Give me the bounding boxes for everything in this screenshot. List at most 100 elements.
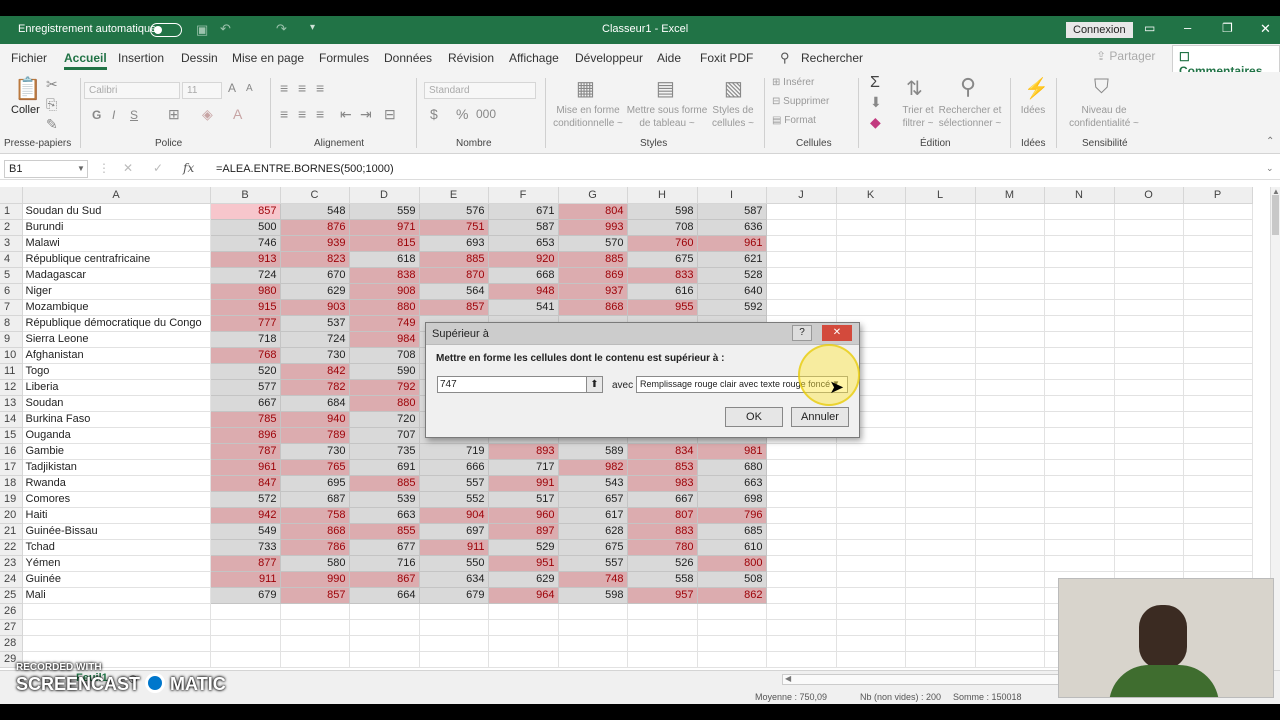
value-cell[interactable]: 543: [558, 475, 628, 492]
row-header[interactable]: 12: [0, 379, 23, 396]
value-cell[interactable]: 877: [210, 555, 281, 572]
tab-donnees[interactable]: Données: [384, 51, 432, 65]
row-header[interactable]: 23: [0, 555, 23, 572]
empty-cell[interactable]: [975, 299, 1045, 316]
value-cell[interactable]: 667: [210, 395, 281, 412]
country-cell[interactable]: Soudan: [22, 395, 211, 412]
column-header[interactable]: L: [905, 187, 976, 204]
ribbon-display-icon[interactable]: ▭: [1144, 21, 1155, 35]
country-cell[interactable]: [22, 603, 211, 620]
country-cell[interactable]: Haiti: [22, 507, 211, 524]
value-cell[interactable]: 724: [210, 267, 281, 284]
value-cell[interactable]: 708: [627, 219, 698, 236]
empty-cell[interactable]: [697, 651, 767, 668]
empty-cell[interactable]: [836, 283, 906, 300]
fill-icon[interactable]: ⬇: [870, 94, 882, 111]
value-cell[interactable]: 693: [419, 235, 489, 252]
column-header[interactable]: J: [766, 187, 837, 204]
empty-cell[interactable]: [975, 443, 1045, 460]
empty-cell[interactable]: [836, 555, 906, 572]
value-cell[interactable]: 868: [280, 523, 350, 540]
country-cell[interactable]: Afghanistan: [22, 347, 211, 364]
empty-cell[interactable]: [1114, 219, 1184, 236]
value-cell[interactable]: 911: [419, 539, 489, 556]
empty-cell[interactable]: [280, 603, 350, 620]
value-cell[interactable]: 915: [210, 299, 281, 316]
row-header[interactable]: 17: [0, 459, 23, 476]
empty-cell[interactable]: [836, 459, 906, 476]
value-cell[interactable]: 961: [697, 235, 767, 252]
format-table-button[interactable]: Mettre sous forme de tableau ~: [624, 104, 710, 130]
value-cell[interactable]: 951: [488, 555, 559, 572]
empty-cell[interactable]: [836, 251, 906, 268]
empty-cell[interactable]: [836, 267, 906, 284]
value-cell[interactable]: 955: [627, 299, 698, 316]
value-cell[interactable]: 853: [627, 459, 698, 476]
value-cell[interactable]: 942: [210, 507, 281, 524]
country-cell[interactable]: République centrafricaine: [22, 251, 211, 268]
empty-cell[interactable]: [1183, 331, 1253, 348]
empty-cell[interactable]: [975, 427, 1045, 444]
row-header[interactable]: 11: [0, 363, 23, 380]
country-cell[interactable]: Tadjikistan: [22, 459, 211, 476]
row-header[interactable]: 3: [0, 235, 23, 252]
empty-cell[interactable]: [766, 203, 837, 220]
value-cell[interactable]: 908: [349, 283, 420, 300]
value-cell[interactable]: 980: [210, 283, 281, 300]
value-cell[interactable]: 557: [419, 475, 489, 492]
empty-cell[interactable]: [1044, 395, 1115, 412]
empty-cell[interactable]: [1044, 411, 1115, 428]
formula-input[interactable]: =ALEA.ENTRE.BORNES(500;1000): [216, 163, 394, 175]
column-header[interactable]: G: [558, 187, 628, 204]
value-cell[interactable]: 680: [697, 459, 767, 476]
value-cell[interactable]: 548: [280, 203, 350, 220]
empty-cell[interactable]: [627, 635, 698, 652]
row-header[interactable]: 7: [0, 299, 23, 316]
value-cell[interactable]: 691: [349, 459, 420, 476]
empty-cell[interactable]: [1183, 315, 1253, 332]
row-header[interactable]: 27: [0, 619, 23, 636]
border-icon[interactable]: ⊞: [168, 106, 180, 123]
empty-cell[interactable]: [1183, 443, 1253, 460]
empty-cell[interactable]: [1183, 507, 1253, 524]
value-cell[interactable]: 957: [627, 587, 698, 604]
column-header[interactable]: H: [627, 187, 698, 204]
align-bottom-icon[interactable]: ≡: [316, 80, 324, 96]
empty-cell[interactable]: [766, 475, 837, 492]
tab-affichage[interactable]: Affichage: [509, 51, 559, 65]
empty-cell[interactable]: [905, 411, 976, 428]
expand-formula-icon[interactable]: ⌄: [1266, 163, 1274, 174]
value-cell[interactable]: 592: [697, 299, 767, 316]
empty-cell[interactable]: [766, 299, 837, 316]
merge-icon[interactable]: ⊟: [384, 106, 396, 123]
empty-cell[interactable]: [836, 219, 906, 236]
tab-formules[interactable]: Formules: [319, 51, 369, 65]
empty-cell[interactable]: [1114, 443, 1184, 460]
value-cell[interactable]: 636: [697, 219, 767, 236]
empty-cell[interactable]: [905, 507, 976, 524]
value-cell[interactable]: 550: [419, 555, 489, 572]
value-cell[interactable]: 517: [488, 491, 559, 508]
empty-cell[interactable]: [488, 651, 559, 668]
row-header[interactable]: 16: [0, 443, 23, 460]
value-cell[interactable]: 580: [280, 555, 350, 572]
empty-cell[interactable]: [836, 475, 906, 492]
empty-cell[interactable]: [210, 603, 281, 620]
empty-cell[interactable]: [1114, 475, 1184, 492]
column-header[interactable]: O: [1114, 187, 1184, 204]
format-painter-icon[interactable]: ✎: [46, 116, 58, 133]
name-box[interactable]: B1: [4, 160, 88, 178]
empty-cell[interactable]: [349, 635, 420, 652]
empty-cell[interactable]: [488, 635, 559, 652]
empty-cell[interactable]: [905, 299, 976, 316]
value-cell[interactable]: 629: [488, 571, 559, 588]
dialog-title-bar[interactable]: Supérieur à ? ✕: [426, 323, 859, 345]
empty-cell[interactable]: [836, 443, 906, 460]
value-cell[interactable]: 807: [627, 507, 698, 524]
value-cell[interactable]: 587: [697, 203, 767, 220]
empty-cell[interactable]: [766, 235, 837, 252]
empty-cell[interactable]: [1044, 539, 1115, 556]
value-cell[interactable]: 697: [419, 523, 489, 540]
empty-cell[interactable]: [1114, 299, 1184, 316]
empty-cell[interactable]: [975, 331, 1045, 348]
